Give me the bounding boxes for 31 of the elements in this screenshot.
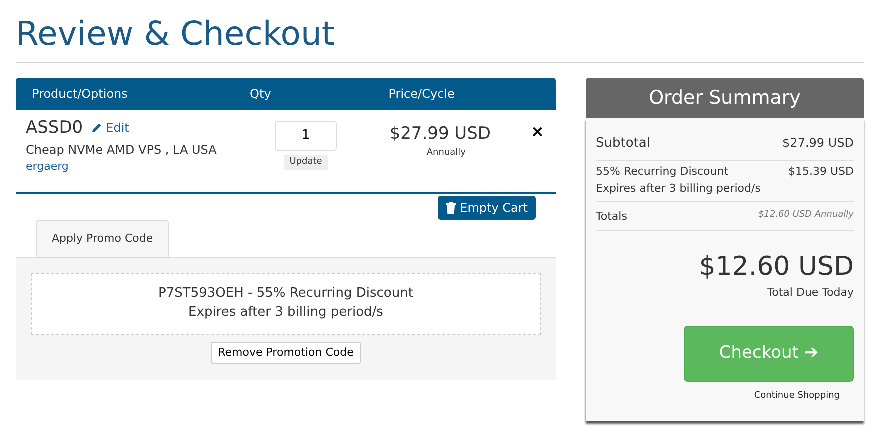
empty-cart-button[interactable]: Empty Cart [438,196,536,220]
discount-note: Expires after 3 billing period/s [596,180,762,197]
summary-title: Order Summary [586,78,864,118]
remove-button[interactable]: × [531,124,544,140]
quantity-field[interactable]: 1 [275,120,337,151]
promo-tab[interactable]: Apply Promo Code [36,220,170,258]
promo-expiry-text: Expires after 3 billing period/s [188,304,384,322]
summary-label: Subtotal [596,134,650,153]
summary-value: $12.60 USD Annually [758,209,854,222]
trash-icon [446,202,456,214]
product-name: ASSD0 [26,116,84,140]
summary-value: $27.99 USD [782,134,854,152]
continue-shopping-link[interactable]: Continue Shopping [754,390,840,404]
price-text: $27.99 USD [390,122,491,146]
edit-link[interactable]: Edit [91,119,130,138]
promo-code-text: P7ST593OEH - 55% Recurring Discount [158,285,414,304]
column-header: Price/Cycle [388,86,455,101]
page-title: Review & Checkout [16,14,336,54]
summary-label: Totals [596,209,628,226]
total-label: Total Due Today [766,285,854,302]
update-button[interactable]: Update [284,154,328,170]
domain-text: ergaerg [26,159,70,176]
total-amount: $12.60 USD [698,252,854,282]
product-description: Cheap NVMe AMD VPS , LA USA [26,142,218,160]
pencil-icon [91,122,102,134]
billing-cycle: Annually [426,147,466,160]
column-header: Qty [250,86,272,101]
summary-label: 55% Recurring Discount [596,164,729,180]
summary-value: $15.39 USD [788,164,854,180]
remove-promo-button[interactable]: Remove Promotion Code [211,342,361,364]
column-header: Product/Options [32,86,128,101]
